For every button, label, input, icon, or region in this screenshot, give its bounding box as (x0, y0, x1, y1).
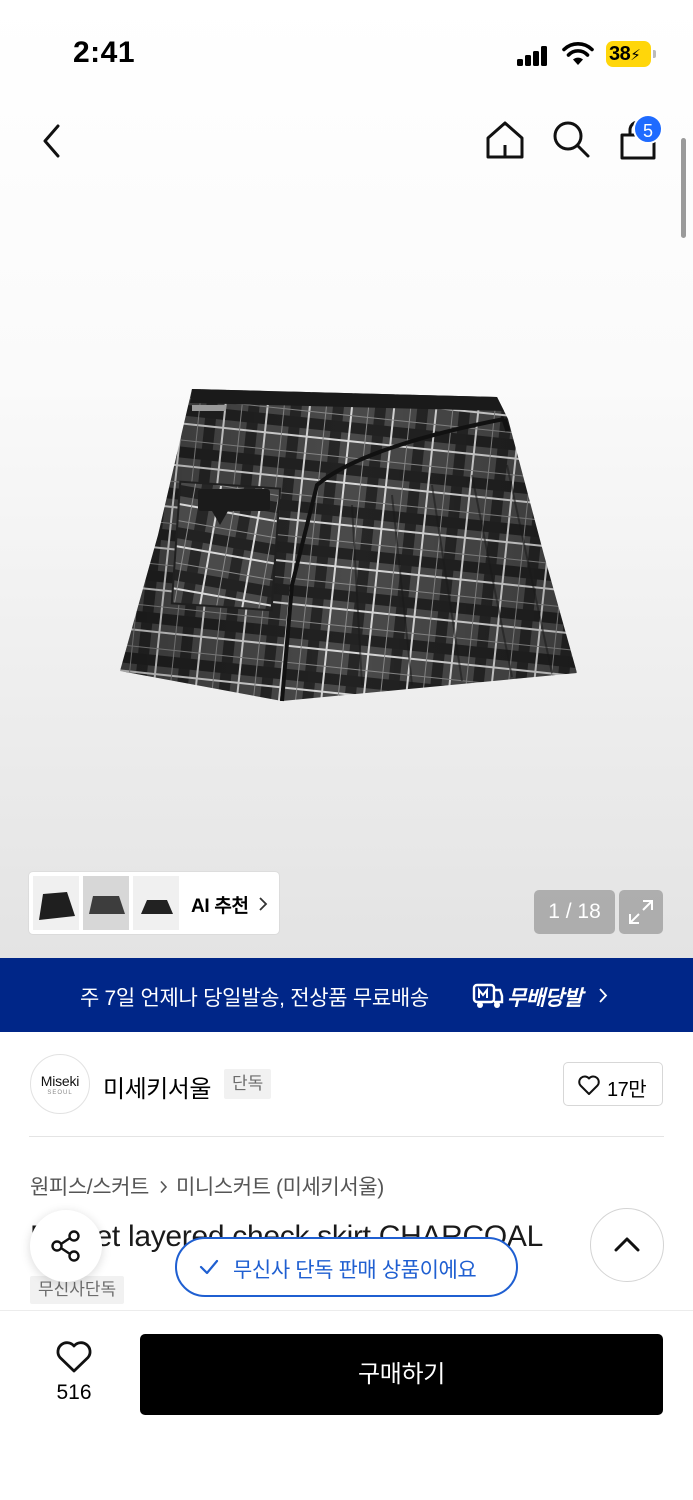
cart-count-badge: 5 (633, 114, 663, 144)
brand-logo-subtext: SEOUL (47, 1090, 73, 1096)
battery-icon: 38⚡ (606, 41, 656, 67)
brand-logo-text: Miseki (40, 1073, 80, 1089)
buy-button[interactable]: 구매하기 (140, 1334, 663, 1415)
product-image[interactable] (112, 385, 580, 707)
back-arrow-icon[interactable] (36, 120, 68, 162)
breadcrumb: 원피스/스커트 미니스커트 (미세키서울) (30, 1171, 384, 1201)
brand-like-count: 17만 (607, 1079, 647, 1101)
chevron-right-icon (259, 897, 268, 911)
wish-count: 516 (56, 1381, 92, 1404)
cellular-signal-icon (517, 46, 547, 66)
wifi-icon (562, 42, 594, 65)
chevron-up-icon (614, 1237, 640, 1252)
ai-recommend-label[interactable]: AI 추천 (191, 891, 249, 918)
check-icon (199, 1259, 219, 1275)
heart-icon[interactable] (55, 1340, 93, 1374)
breadcrumb-category[interactable]: 원피스/스커트 (30, 1176, 149, 1199)
search-icon[interactable] (550, 118, 592, 160)
banner-logo-text: 무배당발 (507, 987, 583, 1010)
brand-like-button[interactable]: 17만 (563, 1062, 663, 1106)
expand-icon (629, 900, 653, 924)
thumbnail-strip[interactable]: AI 추천 (29, 872, 279, 934)
share-icon (51, 1230, 80, 1262)
exclusive-tag: 단독 (224, 1069, 272, 1099)
image-counter: 1 / 18 (534, 890, 615, 934)
scroll-to-top-button[interactable] (590, 1208, 664, 1282)
toast-text: 무신사 단독 판매 상품이에요 (233, 1259, 477, 1282)
divider (29, 1136, 664, 1137)
expand-button[interactable] (619, 890, 663, 934)
product-gallery[interactable]: 2:41 38⚡ 5 AI 추천 1 / 18 (0, 0, 693, 958)
breadcrumb-subcategory[interactable]: 미니스커트 (미세키서울) (176, 1176, 384, 1199)
scrollbar[interactable] (681, 138, 686, 238)
thumbnail-2[interactable] (83, 876, 129, 930)
brand-logo[interactable]: Miseki SEOUL (30, 1054, 90, 1114)
banner-text: 주 7일 언제나 당일발송, 전상품 무료배송 (80, 987, 429, 1010)
shipping-banner[interactable]: 주 7일 언제나 당일발송, 전상품 무료배송 (0, 958, 693, 1032)
brand-name[interactable]: 미세키서울 (103, 1069, 211, 1104)
status-time: 2:41 (73, 36, 136, 69)
chevron-right-icon (599, 988, 608, 1003)
battery-level: 38 (609, 43, 631, 65)
heart-icon (578, 1075, 600, 1095)
delivery-truck-icon (472, 983, 504, 1008)
home-icon[interactable] (484, 119, 526, 161)
thumbnail-1[interactable] (33, 876, 79, 930)
chevron-right-icon (160, 1180, 168, 1194)
exclusive-toast: 무신사 단독 판매 상품이에요 (175, 1237, 518, 1297)
share-button[interactable] (30, 1210, 102, 1282)
thumbnail-3[interactable] (133, 876, 179, 930)
